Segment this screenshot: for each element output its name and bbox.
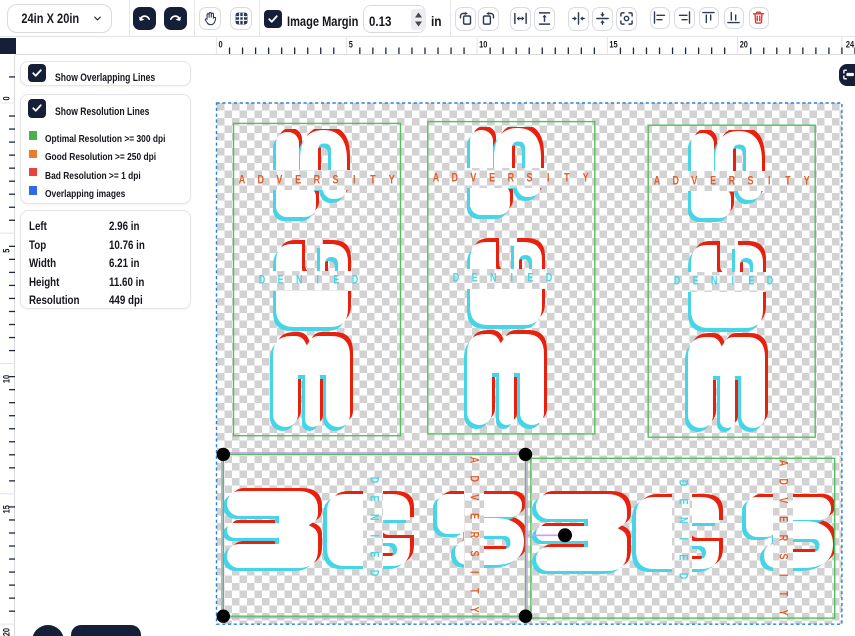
svg-text:24: 24 <box>846 39 854 50</box>
svg-text:20: 20 <box>1 628 12 636</box>
svg-text:20: 20 <box>740 39 748 50</box>
svg-text:15: 15 <box>609 39 617 50</box>
svg-text:0: 0 <box>1 96 12 100</box>
svg-text:15: 15 <box>1 505 12 513</box>
svg-text:5: 5 <box>349 39 353 50</box>
svg-text:10: 10 <box>479 39 487 50</box>
svg-text:0: 0 <box>218 39 222 50</box>
svg-text:5: 5 <box>1 248 12 252</box>
svg-text:10: 10 <box>1 375 12 383</box>
